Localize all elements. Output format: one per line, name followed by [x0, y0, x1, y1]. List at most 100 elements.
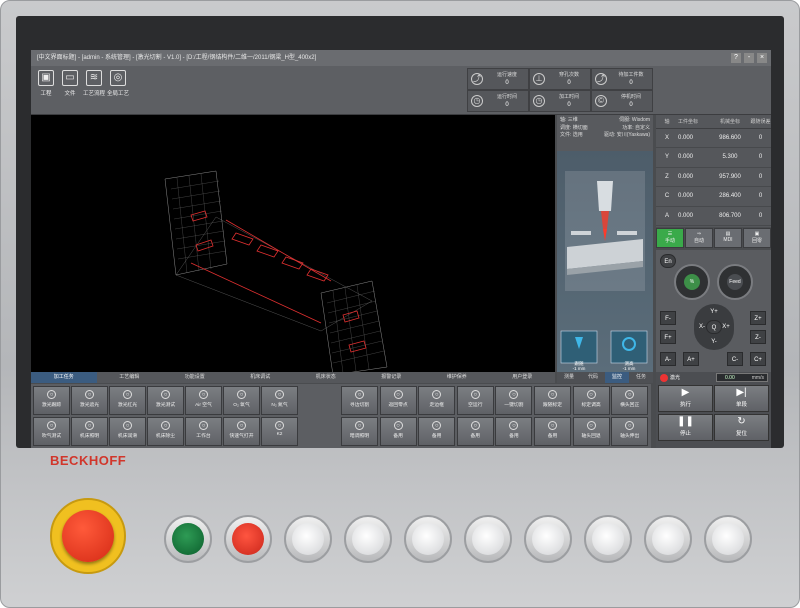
function-button-3-1[interactable]: ○ 备用 [379, 417, 417, 446]
minimize-button[interactable]: - [744, 53, 754, 63]
tab-measure[interactable]: 测量 [557, 372, 581, 383]
function-button-2-5[interactable]: ○ 跟随标定 [534, 386, 571, 415]
function-button-3-2[interactable]: ○ 备用 [418, 417, 456, 446]
hardware-button-5[interactable] [524, 515, 572, 563]
tab-maintenance[interactable]: 维护保养 [424, 372, 490, 383]
function-button-3-0[interactable]: ○ 暗调照明 [341, 417, 378, 446]
tab-process-edit[interactable]: 工艺编辑 [97, 372, 163, 383]
hardware-button-8[interactable] [704, 515, 752, 563]
jog-y-minus-button[interactable]: Y- [706, 335, 722, 349]
cutting-head-panel: 跟随 -1 mm 测高 -1 mm [557, 151, 653, 372]
tab-task[interactable]: 任务 [629, 372, 653, 383]
function-button-2-6[interactable]: ○ 标定调高 [572, 386, 610, 415]
jog-a-plus-button[interactable]: A+ [683, 352, 699, 366]
tab-machine-debug[interactable]: 机床调试 [228, 372, 294, 383]
function-button-0-4[interactable]: ○ Air 空气 [185, 386, 222, 415]
file-button[interactable]: ▭ 文件 [59, 68, 81, 112]
function-icon: ○ [586, 390, 596, 399]
function-button-0-5[interactable]: ○ O₂ 氧气 [223, 386, 260, 415]
function-button-3-3[interactable]: ○ 备用 [456, 417, 494, 446]
tab-process-task[interactable]: 加工任务 [31, 372, 97, 383]
function-button-0-3[interactable]: ○ 激光测试 [147, 386, 184, 415]
jog-a-minus-button[interactable]: A- [660, 352, 676, 366]
stop-button[interactable]: ❚❚ 停止 [658, 414, 713, 441]
function-icon: ○ [199, 390, 208, 399]
function-button-3-7[interactable]: ○ 轴头伸出 [611, 417, 649, 446]
tab-alarm-log[interactable]: 报警记录 [359, 372, 425, 383]
function-button-2-4[interactable]: ○ 一键切割 [495, 386, 533, 415]
global-process-button[interactable]: ◎ 全局工艺 [107, 68, 129, 112]
function-icon: ○ [586, 421, 596, 430]
function-icon: ○ [199, 421, 208, 430]
function-button-1-2[interactable]: ○ 机床润滑 [109, 417, 146, 446]
hardware-button-2[interactable] [344, 515, 392, 563]
function-button-0-0[interactable]: ○ 激光跟踪 [33, 386, 70, 415]
function-button-2-0[interactable]: ○ 寻边切割 [341, 386, 378, 415]
help-button[interactable]: ? [731, 53, 741, 63]
jog-f-minus-button[interactable]: F- [660, 311, 676, 325]
emergency-stop-button[interactable] [50, 498, 126, 574]
function-button-2-7[interactable]: ○ 横头回正 [611, 386, 649, 415]
enable-button[interactable]: En [660, 254, 676, 268]
mode-auto-button[interactable]: ⇒ 自动 [685, 228, 713, 248]
single-step-button[interactable]: ▶| 单段 [714, 385, 769, 412]
function-button-0-2[interactable]: ○ 激光红光 [109, 386, 146, 415]
jog-f-plus-button[interactable]: F+ [660, 330, 676, 344]
function-icon: ○ [625, 390, 635, 399]
tab-settings[interactable]: 功能设置 [162, 372, 228, 383]
clock-icon: ◷ [533, 95, 545, 107]
spindle-override-knob[interactable]: % [674, 264, 710, 300]
function-button-3-4[interactable]: ○ 备用 [495, 417, 533, 446]
process-button[interactable]: ≋ 工艺流程 [83, 68, 105, 112]
window-title: [中文界面标题] - [admin - 系统管理] - [激光切割 - V1.0… [37, 55, 317, 61]
hardware-stop-button[interactable] [224, 515, 272, 563]
jog-c-plus-button[interactable]: C+ [750, 352, 766, 366]
function-button-1-0[interactable]: ○ 吹气测试 [33, 417, 70, 446]
function-icon: ○ [509, 390, 519, 399]
tab-code[interactable]: 代码 [581, 372, 605, 383]
function-button-1-6[interactable]: ○ K2 [261, 417, 298, 446]
cad-viewport[interactable] [31, 115, 555, 376]
function-button-0-6[interactable]: ○ N₂ 氮气 [261, 386, 298, 415]
feed-override-knob[interactable]: Feed [717, 264, 753, 300]
height-value: -1 mm [622, 366, 636, 371]
hardware-button-1[interactable] [284, 515, 332, 563]
jog-quick-button[interactable]: Q [706, 320, 722, 334]
info-power: 功率: 自定义 [622, 124, 650, 131]
function-button-1-4[interactable]: ○ 工作台 [185, 417, 222, 446]
function-button-2-1[interactable]: ○ 返回零点 [379, 386, 417, 415]
jog-y-plus-button[interactable]: Y+ [706, 305, 722, 319]
function-button-2-3[interactable]: ○ 空运行 [456, 386, 494, 415]
tab-user-login[interactable]: 用户登录 [490, 372, 556, 383]
function-button-1-3[interactable]: ○ 机床除尘 [147, 417, 184, 446]
function-button-2-2[interactable]: ○ 走边框 [418, 386, 456, 415]
function-button-1-5[interactable]: ○ 快速气打开 [223, 417, 260, 446]
mode-mdi-button[interactable]: ▤ MDI [714, 228, 742, 248]
mode-home-button[interactable]: ▣ 回零 [743, 228, 771, 248]
hardware-button-7[interactable] [644, 515, 692, 563]
hardware-button-6[interactable] [584, 515, 632, 563]
mode-manual-button[interactable]: ☰ 手动 [656, 228, 684, 248]
side-tabs: 测量 代码 监控 任务 [557, 372, 653, 383]
hardware-start-button[interactable] [164, 515, 212, 563]
close-button[interactable]: × [757, 53, 767, 63]
tab-monitor[interactable]: 监控 [605, 372, 629, 383]
function-icon: ○ [355, 390, 364, 399]
function-icon: ○ [237, 390, 246, 399]
tab-machine-status[interactable]: 机床状态 [293, 372, 359, 383]
function-button-1-1[interactable]: ○ 机床照明 [71, 417, 108, 446]
hardware-button-4[interactable] [464, 515, 512, 563]
function-button-3-5[interactable]: ○ 备用 [534, 417, 571, 446]
hardware-button-3[interactable] [404, 515, 452, 563]
jog-c-minus-button[interactable]: C- [727, 352, 743, 366]
jog-z-minus-button[interactable]: Z- [750, 330, 766, 344]
jog-z-plus-button[interactable]: Z+ [750, 311, 766, 325]
run-button[interactable]: ▶ 执行 [658, 385, 713, 412]
function-button-0-1[interactable]: ○ 激光遮光 [71, 386, 108, 415]
function-button-3-6[interactable]: ○ 轴头回退 [572, 417, 610, 446]
function-icon: ○ [470, 390, 480, 399]
status-stop-time: © 停机时间 0 [591, 90, 653, 112]
mode-selector: ☰ 手动 ⇒ 自动 ▤ MDI ▣ 回零 [656, 228, 771, 248]
project-button[interactable]: ▣ 工程 [35, 68, 57, 112]
reset-button[interactable]: ↻ 复位 [714, 414, 769, 441]
